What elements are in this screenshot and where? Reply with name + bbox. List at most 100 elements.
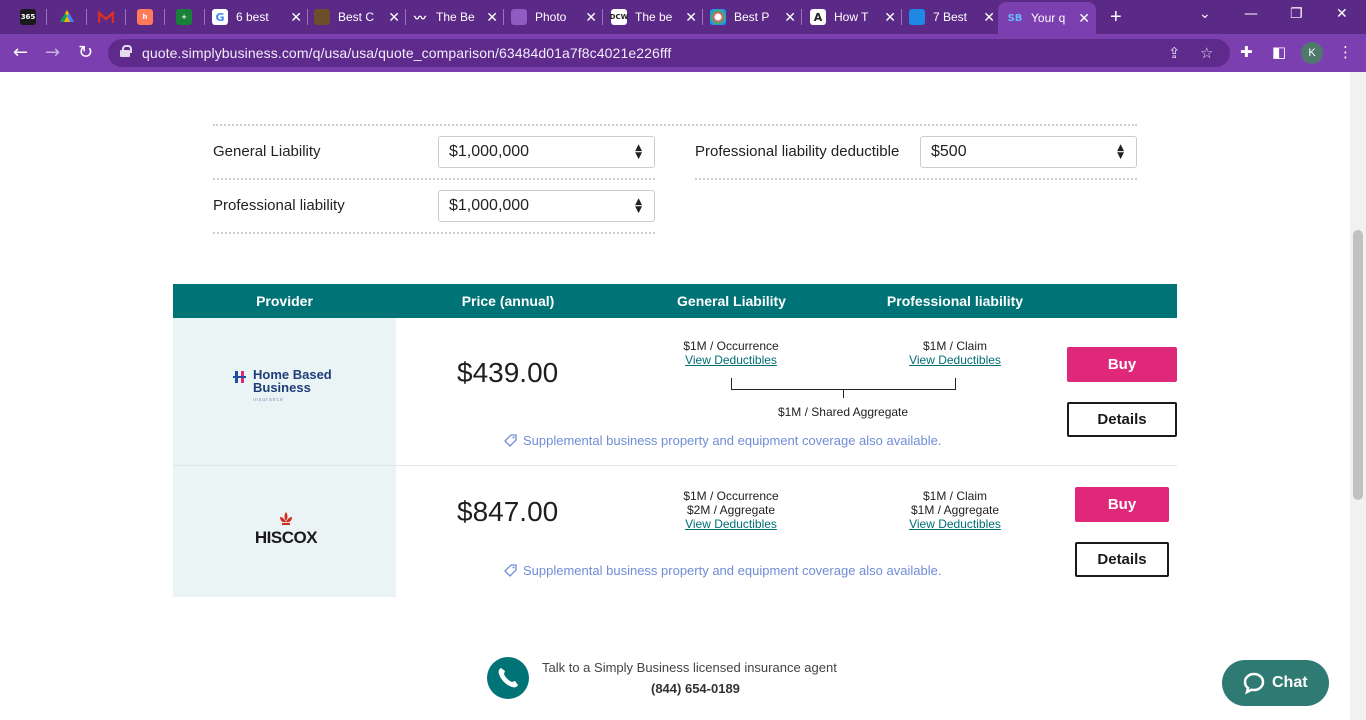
divider [213,178,655,180]
gl-coverage-row-1: $1M / Occurrence View Deductibles [662,339,800,367]
provider-cell-hiscox: HISCOX [173,466,396,597]
tab-pinned-sheets[interactable]: + [164,4,204,30]
tab-pinned-drive[interactable] [47,4,87,30]
divider [213,124,1137,126]
header-provider: Provider [256,293,313,309]
general-liability-label: General Liability [213,143,321,160]
bookmark-star-icon[interactable]: ☆ [1200,44,1213,62]
sheets-icon: + [176,9,192,25]
back-arrow-icon[interactable]: ← [13,42,28,63]
close-icon[interactable]: ✕ [1078,10,1090,27]
tag-icon [504,564,517,577]
window-close-icon[interactable]: ✕ [1336,6,1348,22]
kebab-menu-icon[interactable]: ⋮ [1338,43,1353,61]
gl-coverage-row-2: $1M / Occurrence $2M / Aggregate View De… [662,489,800,531]
phone-call-button[interactable] [487,657,529,699]
pl-coverage-row-2: $1M / Claim $1M / Aggregate View Deducti… [886,489,1024,531]
address-toolbar: ← → ↻ quote.simplybusiness.com/q/usa/usa… [0,34,1366,72]
tab-8[interactable]: 7 Best ✕ [909,4,1001,30]
gl-occurrence: $1M / Occurrence [683,339,779,353]
close-icon[interactable]: ✕ [685,9,697,26]
view-deductibles-link[interactable]: View Deductibles [662,353,800,367]
details-button[interactable]: Details [1067,402,1177,437]
close-icon[interactable]: ✕ [784,9,796,26]
tag-icon [504,434,517,447]
tab-pinned-hubspot[interactable]: h [125,4,165,30]
extensions-puzzle-icon[interactable]: ✚ [1240,43,1253,61]
tab-7[interactable]: A How T ✕ [810,4,902,30]
page-scrollbar[interactable] [1350,72,1366,720]
close-icon[interactable]: ✕ [884,9,896,26]
tab-6[interactable]: Best P ✕ [710,4,802,30]
side-panel-icon[interactable]: ◧ [1272,43,1286,61]
url-bar[interactable]: quote.simplybusiness.com/q/usa/usa/quote… [108,39,1230,67]
tab-3[interactable]: 〰 The Be ✕ [412,4,504,30]
general-liability-select[interactable]: $1,000,000 ▲ ▼ [438,136,655,168]
share-icon[interactable]: ⇪ [1168,44,1181,62]
minimize-icon[interactable]: — [1244,6,1258,22]
phone-icon [498,668,518,688]
drive-icon [60,10,74,22]
professional-deductible-select[interactable]: $500 ▲ ▼ [920,136,1137,168]
dcw-icon: DCW [610,9,628,25]
hbb-logo-mark-icon [233,371,246,383]
tab-4[interactable]: Photo ✕ [511,4,603,30]
gmail-icon [98,10,114,23]
tab-active[interactable]: SB Your q ✕ [998,2,1096,34]
close-icon[interactable]: ✕ [388,9,400,26]
buy-button[interactable]: Buy [1075,487,1169,522]
buy-button[interactable]: Buy [1067,347,1177,382]
tab-pinned-365[interactable]: 365 [8,4,48,30]
site-icon [710,9,726,25]
shared-aggregate: $1M / Shared Aggregate [777,405,909,419]
price-row-1: $439.00 [457,357,559,388]
hiscox-logo: HISCOX [251,512,321,548]
pl-claim: $1M / Claim [922,339,987,353]
view-deductibles-link[interactable]: View Deductibles [886,517,1024,531]
close-icon[interactable]: ✕ [585,9,597,26]
new-tab-plus-icon[interactable]: + [1110,6,1122,29]
view-deductibles-link[interactable]: View Deductibles [886,353,1024,367]
hubspot-icon: h [137,9,153,25]
tab-pinned-gmail[interactable] [86,4,126,30]
agent-phone-number[interactable]: (844) 654-0189 [651,681,740,696]
supplemental-note-row-1: Supplemental business property and equip… [504,433,941,448]
tab-1[interactable]: G 6 best ✕ [212,4,308,30]
provider-name: HISCOX [254,528,318,547]
gl-occurrence: $1M / Occurrence [683,489,779,503]
site-icon: 〰 [413,10,426,25]
close-icon[interactable]: ✕ [290,9,302,26]
url-text[interactable]: quote.simplybusiness.com/q/usa/usa/quote… [142,45,671,61]
pl-aggregate: $1M / Aggregate [910,503,1000,517]
divider [695,178,1137,180]
professional-liability-label: Professional liability [213,197,345,214]
hiscox-fleur-icon [280,512,292,525]
reload-icon[interactable]: ↻ [78,42,93,63]
provider-tagline: insurance [253,397,284,403]
scrollbar-thumb[interactable] [1353,230,1363,500]
tab-2[interactable]: Best C ✕ [314,4,406,30]
provider-name: Home Based Business [253,367,332,395]
quote-table-header: Provider Price (annual) General Liabilit… [173,284,1177,318]
close-icon[interactable]: ✕ [486,9,498,26]
tab-search-chevron-icon[interactable]: ⌄ [1199,6,1211,22]
profile-avatar[interactable]: K [1301,42,1323,64]
header-professional-liability: Professional liability [886,293,1024,309]
tab-5[interactable]: DCW The be ✕ [610,4,703,30]
forward-arrow-icon[interactable]: → [45,42,60,63]
professional-liability-select[interactable]: $1,000,000 ▲ ▼ [438,190,655,222]
close-icon[interactable]: ✕ [983,9,995,26]
restore-icon[interactable]: ❐ [1290,6,1303,22]
chat-bubble-icon [1243,672,1265,695]
shared-aggregate-bracket [731,378,956,390]
details-button[interactable]: Details [1075,542,1169,577]
price-row-2: $847.00 [457,496,559,527]
supplemental-note-row-2: Supplemental business property and equip… [504,563,941,578]
view-deductibles-link[interactable]: View Deductibles [662,517,800,531]
gl-aggregate: $2M / Aggregate [686,503,776,517]
chat-button[interactable]: Chat [1222,660,1329,706]
provider-cell-home-based-business: Home Based Business insurance [173,318,396,465]
pl-claim: $1M / Claim [922,489,987,503]
sb-icon: SB [1007,12,1023,24]
select-arrows-icon: ▲ ▼ [635,143,642,161]
